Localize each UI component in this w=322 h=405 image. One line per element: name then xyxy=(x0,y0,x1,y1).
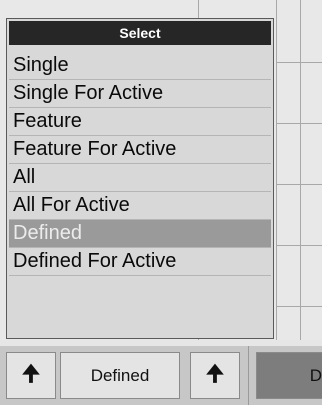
grid-line xyxy=(276,0,277,340)
grid-line xyxy=(276,306,322,307)
menu-item-all[interactable]: All xyxy=(9,164,271,192)
grid-line xyxy=(276,62,322,63)
toolbar-divider xyxy=(248,346,249,405)
grid-line xyxy=(276,184,322,185)
select-menu: Single Single For Active Feature Feature… xyxy=(9,52,271,276)
partial-button-label: D xyxy=(309,365,322,385)
defined-button[interactable]: Defined xyxy=(60,352,180,399)
grid-line xyxy=(276,245,322,246)
popup-title: Select xyxy=(9,21,271,45)
up-arrow-icon: 🠉 xyxy=(21,360,41,386)
up-arrow-button-left[interactable]: 🠉 xyxy=(6,352,56,399)
select-popup: Select Single Single For Active Feature … xyxy=(6,18,274,339)
bottom-toolbar: 🠉 Defined 🠉 D xyxy=(0,346,322,405)
menu-item-single-for-active[interactable]: Single For Active xyxy=(9,80,271,108)
up-arrow-button-right[interactable]: 🠉 xyxy=(190,352,240,399)
grid-line xyxy=(276,123,322,124)
defined-button-label: Defined xyxy=(90,365,150,385)
menu-item-feature-for-active[interactable]: Feature For Active xyxy=(9,136,271,164)
menu-item-defined-for-active[interactable]: Defined For Active xyxy=(9,248,271,276)
menu-item-defined[interactable]: Defined xyxy=(9,220,271,248)
menu-item-feature[interactable]: Feature xyxy=(9,108,271,136)
grid-line xyxy=(300,0,301,340)
partial-button-right[interactable]: D xyxy=(256,352,322,399)
menu-item-all-for-active[interactable]: All For Active xyxy=(9,192,271,220)
menu-item-single[interactable]: Single xyxy=(9,52,271,80)
up-arrow-icon: 🠉 xyxy=(205,360,225,386)
